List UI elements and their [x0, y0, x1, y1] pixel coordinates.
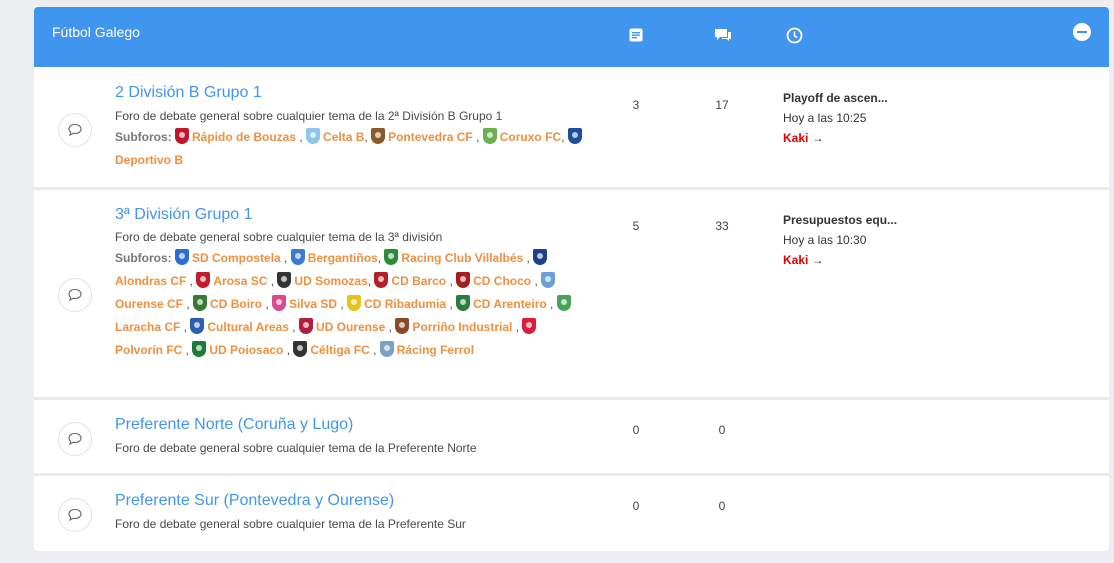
club-crest-icon [533, 249, 548, 265]
topics-icon [628, 27, 646, 45]
subforum-link[interactable]: Celta B [323, 130, 364, 144]
club-crest-icon [482, 128, 497, 144]
forum-title-link[interactable]: Preferente Norte (Coruña y Lugo) [115, 416, 353, 434]
clock-icon [786, 27, 804, 45]
forum-title-link[interactable]: 2 División B Grupo 1 [115, 84, 262, 102]
club-crest-icon [395, 318, 410, 334]
subforum-link[interactable]: Silva SD [289, 297, 337, 311]
club-crest-icon [298, 318, 313, 334]
go-to-post-arrow-icon[interactable]: → [812, 253, 824, 267]
speech-bubble-icon [58, 498, 92, 532]
subforum-link[interactable]: CD Ribadumia [364, 297, 446, 311]
posts-count: 0 [718, 499, 726, 513]
posts-icon [714, 27, 732, 45]
subforum-link[interactable]: UD Somozas [294, 274, 367, 288]
category-header: Fútbol Galego [34, 7, 1109, 67]
posts-count: 17 [715, 98, 729, 112]
forum-title-link[interactable]: Preferente Sur (Pontevedra y Ourense) [115, 492, 394, 510]
posts-count: 33 [715, 219, 729, 233]
go-to-post-arrow-icon[interactable]: → [812, 131, 824, 145]
club-crest-icon [306, 128, 321, 144]
club-crest-icon [456, 272, 471, 288]
category-title[interactable]: Fútbol Galego [52, 24, 140, 40]
subforums-label: Subforos: [115, 251, 172, 265]
club-crest-icon [293, 341, 308, 357]
club-crest-icon [347, 295, 362, 311]
club-crest-icon [193, 295, 208, 311]
club-crest-icon [384, 249, 399, 265]
collapse-icon[interactable] [1073, 23, 1091, 41]
forum-description: Foro de debate general sobre cualquier t… [115, 441, 477, 455]
forum-row: 3ª División Grupo 1 Foro de debate gener… [34, 190, 1109, 400]
subforum-link[interactable]: Ourense CF [115, 297, 183, 311]
last-post: Playoff de ascen... Hoy a las 10:25 Kaki… [783, 88, 888, 148]
club-crest-icon [290, 249, 305, 265]
forum-row: Preferente Norte (Coruña y Lugo) Foro de… [34, 400, 1109, 476]
subforum-link[interactable]: CD Arenteiro [473, 297, 547, 311]
last-post-title[interactable]: Playoff de ascen... [783, 88, 888, 108]
club-crest-icon [175, 128, 190, 144]
subforum-link[interactable]: UD Ourense [316, 320, 385, 334]
forum-category-panel: Fútbol Galego 2 División B Grupo 1 Foro … [34, 7, 1109, 551]
subforum-link[interactable]: Cultural Areas [207, 320, 289, 334]
speech-bubble-icon [58, 113, 92, 147]
subforum-link[interactable]: Céltiga FC [310, 343, 369, 357]
subforum-link[interactable]: Deportivo B [115, 153, 183, 167]
last-post-title[interactable]: Presupuestos equ... [783, 210, 897, 230]
subforum-link[interactable]: Porriño Industrial [412, 320, 512, 334]
subforum-link[interactable]: Polvorín FC [115, 343, 182, 357]
club-crest-icon [192, 341, 207, 357]
club-crest-icon [556, 295, 571, 311]
topics-count: 5 [632, 219, 640, 233]
topics-count: 0 [632, 499, 640, 513]
club-crest-icon [190, 318, 205, 334]
subforum-link[interactable]: CD Choco [473, 274, 531, 288]
topics-count: 3 [632, 98, 640, 112]
subforum-link[interactable]: CD Boiro [210, 297, 262, 311]
forum-description: Foro de debate general sobre cualquier t… [115, 109, 503, 123]
forum-title-link[interactable]: 3ª División Grupo 1 [115, 206, 253, 224]
last-post-user[interactable]: Kaki [783, 253, 808, 267]
subforums-list: Subforos: SD Compostela , Bergantiños, R… [115, 247, 585, 362]
subforum-link[interactable]: Laracha CF [115, 320, 180, 334]
subforum-link[interactable]: UD Poiosaco [209, 343, 283, 357]
forum-row: Preferente Sur (Pontevedra y Ourense) Fo… [34, 476, 1109, 551]
subforum-link[interactable]: Alondras CF [115, 274, 186, 288]
club-crest-icon [522, 318, 537, 334]
subforum-link[interactable]: Coruxo FC [500, 130, 561, 144]
club-crest-icon [456, 295, 471, 311]
club-crest-icon [567, 128, 582, 144]
last-post-time: Hoy a las 10:25 [783, 111, 867, 125]
speech-bubble-icon [58, 278, 92, 312]
speech-bubble-icon [58, 422, 92, 456]
topics-count: 0 [632, 423, 640, 437]
subforums-label: Subforos: [115, 130, 172, 144]
subforum-link[interactable]: Rácing Ferrol [397, 343, 474, 357]
club-crest-icon [277, 272, 292, 288]
subforum-link[interactable]: Racing Club Villalbés [401, 251, 523, 265]
forum-description: Foro de debate general sobre cualquier t… [115, 230, 443, 244]
club-crest-icon [272, 295, 287, 311]
subforum-link[interactable]: Arosa SC [213, 274, 267, 288]
subforum-link[interactable]: SD Compostela [192, 251, 281, 265]
forum-description: Foro de debate general sobre cualquier t… [115, 517, 466, 531]
subforum-link[interactable]: Rápido de Bouzas [192, 130, 296, 144]
subforum-link[interactable]: Pontevedra CF [388, 130, 473, 144]
club-crest-icon [541, 272, 556, 288]
club-crest-icon [374, 272, 389, 288]
subforum-link[interactable]: CD Barco [391, 274, 446, 288]
last-post-user[interactable]: Kaki [783, 131, 808, 145]
club-crest-icon [371, 128, 386, 144]
club-crest-icon [379, 341, 394, 357]
subforum-link[interactable]: Bergantiños [308, 251, 378, 265]
last-post: Presupuestos equ... Hoy a las 10:30 Kaki… [783, 210, 897, 270]
forum-row: 2 División B Grupo 1 Foro de debate gene… [34, 67, 1109, 190]
subforums-list: Subforos: Rápido de Bouzas , Celta B, Po… [115, 126, 585, 172]
club-crest-icon [196, 272, 211, 288]
posts-count: 0 [718, 423, 726, 437]
last-post-time: Hoy a las 10:30 [783, 233, 867, 247]
club-crest-icon [175, 249, 190, 265]
